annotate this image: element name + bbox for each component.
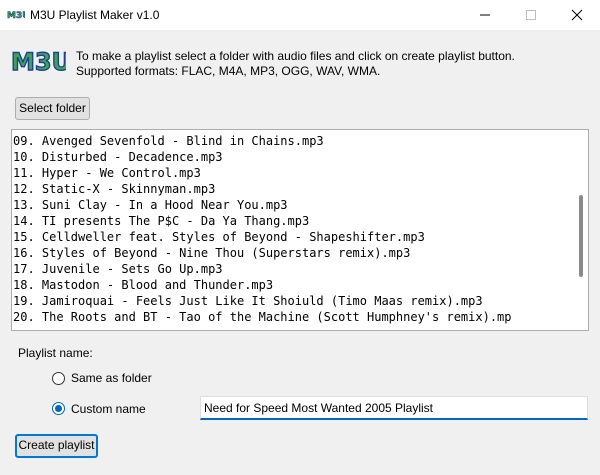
- intro-line-1: To make a playlist select a folder with …: [76, 49, 515, 63]
- intro-text: To make a playlist select a folder with …: [76, 49, 515, 79]
- close-icon: [571, 9, 583, 21]
- minimize-icon: [480, 14, 490, 16]
- same-as-folder-radio[interactable]: [52, 372, 65, 385]
- minimize-button[interactable]: [462, 0, 508, 30]
- file-list-item[interactable]: 19. Jamiroquai - Feels Just Like It Shoi…: [13, 293, 512, 309]
- file-list-item[interactable]: 16. Styles of Beyond - Nine Thou (Supers…: [13, 245, 512, 261]
- custom-name-label[interactable]: Custom name: [71, 402, 146, 416]
- custom-name-input[interactable]: [200, 396, 588, 420]
- file-list-rows: 09. Avenged Sevenfold - Blind in Chains.…: [13, 133, 512, 325]
- maximize-button[interactable]: [508, 0, 554, 30]
- select-folder-button[interactable]: Select folder: [15, 97, 90, 120]
- file-list-item[interactable]: 18. Mastodon - Blood and Thunder.mp3: [13, 277, 512, 293]
- same-as-folder-label[interactable]: Same as folder: [71, 371, 152, 385]
- file-list-item[interactable]: 12. Static-X - Skinnyman.mp3: [13, 181, 512, 197]
- radio-selected-dot: [55, 405, 62, 412]
- file-list-item[interactable]: 14. TI presents The P$C - Da Ya Thang.mp…: [13, 213, 512, 229]
- playlist-name-label: Playlist name:: [18, 346, 93, 360]
- title-bar: M3U M3U Playlist Maker v1.0: [0, 0, 600, 30]
- file-list-item[interactable]: 09. Avenged Sevenfold - Blind in Chains.…: [13, 133, 512, 149]
- file-list-item[interactable]: 13. Suni Clay - In a Hood Near You.mp3: [13, 197, 512, 213]
- create-playlist-button[interactable]: Create playlist: [15, 434, 98, 458]
- custom-name-radio[interactable]: [52, 402, 65, 415]
- window-title: M3U Playlist Maker v1.0: [30, 8, 160, 22]
- svg-text:M3U: M3U: [7, 11, 25, 21]
- file-list-item[interactable]: 10. Disturbed - Decadence.mp3: [13, 149, 512, 165]
- file-list-item[interactable]: 20. The Roots and BT - Tao of the Machin…: [13, 309, 512, 325]
- logo-text: M3U: [11, 48, 66, 76]
- file-list[interactable]: 09. Avenged Sevenfold - Blind in Chains.…: [11, 129, 589, 331]
- file-list-item[interactable]: 15. Celldweller feat. Styles of Beyond -…: [13, 229, 512, 245]
- close-button[interactable]: [554, 0, 600, 30]
- file-list-item[interactable]: 11. Hyper - We Control.mp3: [13, 165, 512, 181]
- intro-line-2: Supported formats: FLAC, M4A, MP3, OGG, …: [76, 64, 381, 78]
- maximize-icon: [526, 10, 536, 20]
- scrollbar-thumb[interactable]: [579, 195, 583, 277]
- vertical-scrollbar[interactable]: [574, 130, 588, 330]
- m3u-logo-icon: M3U: [7, 11, 25, 21]
- file-list-item[interactable]: 17. Juvenile - Sets Go Up.mp3: [13, 261, 512, 277]
- m3u-logo: M3U: [10, 47, 66, 76]
